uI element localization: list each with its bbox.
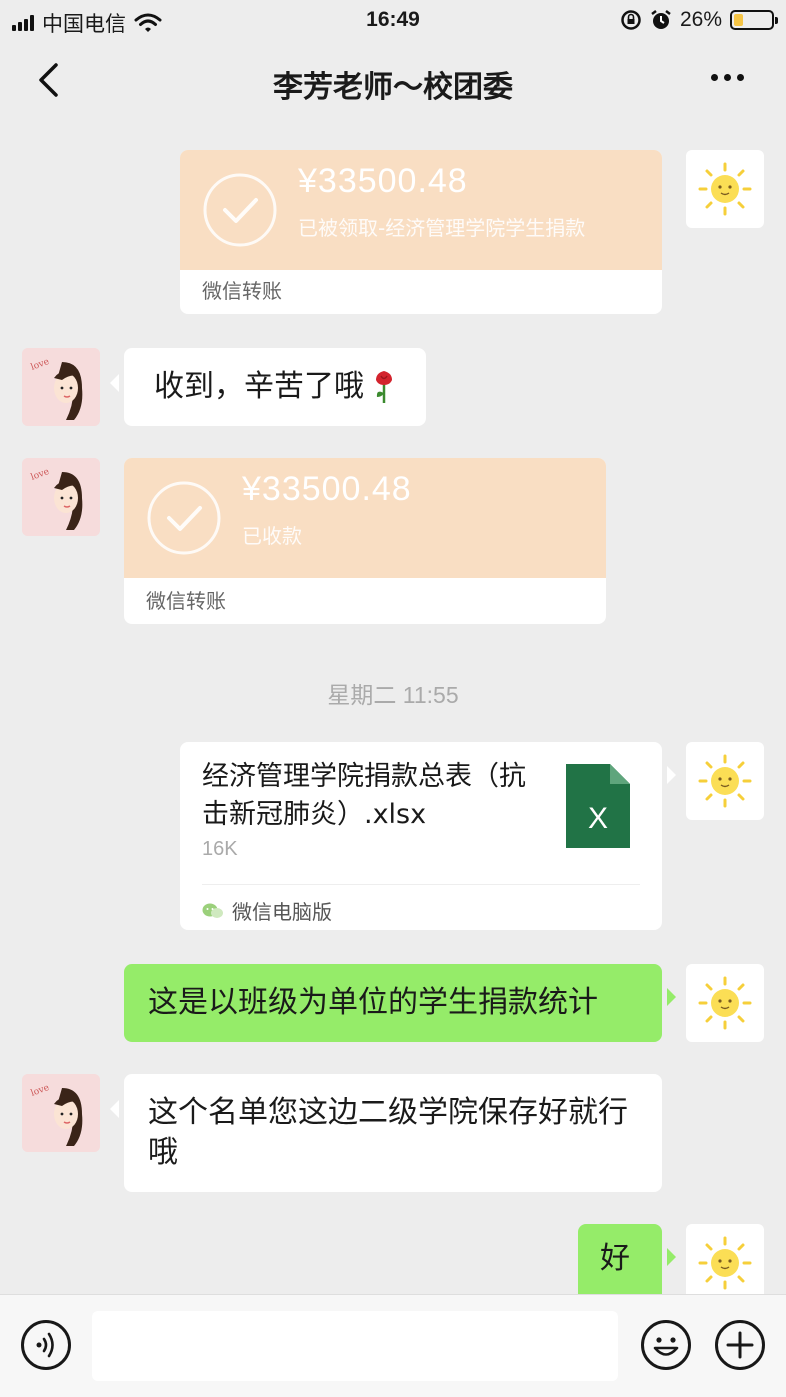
transfer-amount: ¥33500.48 [242, 470, 412, 508]
battery-percent: 26% [679, 8, 722, 31]
input-bar [0, 1294, 786, 1397]
file-source-label: 微信电脑版 [232, 900, 332, 924]
avatar-self[interactable] [686, 1224, 764, 1294]
file-name: 经济管理学院捐款总表（抗击新冠肺炎）.xlsx [202, 761, 526, 830]
message-text: 好 [600, 1241, 630, 1276]
message-text: 这个名单您这边二级学院保存好就行哦 [148, 1095, 628, 1170]
orientation-lock-icon [621, 10, 641, 30]
transfer-footer: 微信转账 [146, 589, 226, 613]
transfer-status: 已收款 [242, 524, 302, 548]
message-bubble-received[interactable]: 这个名单您这边二级学院保存好就行哦 [110, 1074, 662, 1192]
voice-icon[interactable] [20, 1319, 72, 1371]
more-dots-icon[interactable] [711, 74, 744, 81]
girl-avatar-icon: love [22, 1074, 100, 1152]
emoji-icon[interactable] [640, 1319, 692, 1371]
transfer-card-header: ¥33500.48 已被领取-经济管理学院学生捐款 [180, 150, 662, 270]
sun-avatar-icon [698, 1236, 752, 1290]
nav-bar: 李芳老师～校团委 [0, 40, 786, 122]
excel-file-icon: X [566, 764, 630, 848]
chat-timestamp: 星期二 11:55 [327, 682, 459, 708]
check-circle-icon [147, 481, 221, 555]
battery-icon [730, 10, 778, 30]
avatar-contact[interactable]: love [22, 1074, 100, 1152]
transfer-card-header: ¥33500.48 已收款 [124, 458, 606, 578]
transfer-card-sent[interactable]: ¥33500.48 已被领取-经济管理学院学生捐款 微信转账 [180, 150, 662, 314]
message-bubble-sent[interactable]: 这是以班级为单位的学生捐款统计 [124, 964, 676, 1042]
chat-title: 李芳老师～校团委 [273, 70, 513, 105]
transfer-card-received[interactable]: ¥33500.48 已收款 微信转账 [124, 458, 606, 624]
alarm-icon [651, 10, 671, 29]
sun-avatar-icon [698, 976, 752, 1030]
message-bubble-sent[interactable]: 好 [578, 1224, 676, 1294]
avatar-self[interactable] [686, 964, 764, 1042]
file-source: 微信电脑版 [202, 896, 332, 925]
girl-avatar-icon: love [22, 458, 100, 536]
file-card-divider [202, 884, 640, 885]
wechat-pc-icon [202, 903, 223, 918]
avatar-contact[interactable]: love [22, 458, 100, 536]
message-text: 收到，辛苦了哦 [154, 369, 364, 404]
avatar-self[interactable] [686, 150, 764, 228]
check-circle-icon [203, 173, 277, 247]
plus-icon[interactable] [714, 1319, 766, 1371]
sun-avatar-icon [698, 162, 752, 216]
file-message-card[interactable]: 经济管理学院捐款总表（抗击新冠肺炎）.xlsx 16K X 微信电脑版 [180, 742, 676, 930]
message-text: 这是以班级为单位的学生捐款统计 [148, 985, 598, 1020]
file-icon-letter: X [588, 802, 608, 835]
avatar-self[interactable] [686, 742, 764, 820]
file-size: 16K [202, 838, 238, 860]
status-bar: 中国电信 16:49 26% [0, 0, 786, 40]
transfer-amount: ¥33500.48 [298, 162, 468, 200]
message-input[interactable] [92, 1311, 618, 1381]
girl-avatar-icon: love [22, 348, 100, 426]
transfer-status: 已被领取-经济管理学院学生捐款 [298, 216, 586, 240]
battery-fill [734, 14, 744, 26]
avatar-contact[interactable]: love [22, 348, 100, 426]
rose-icon [376, 371, 392, 403]
sun-avatar-icon [698, 754, 752, 808]
status-right: 26% [620, 8, 778, 32]
message-bubble-received[interactable]: 收到，辛苦了哦 [110, 348, 426, 426]
transfer-footer: 微信转账 [202, 279, 282, 303]
